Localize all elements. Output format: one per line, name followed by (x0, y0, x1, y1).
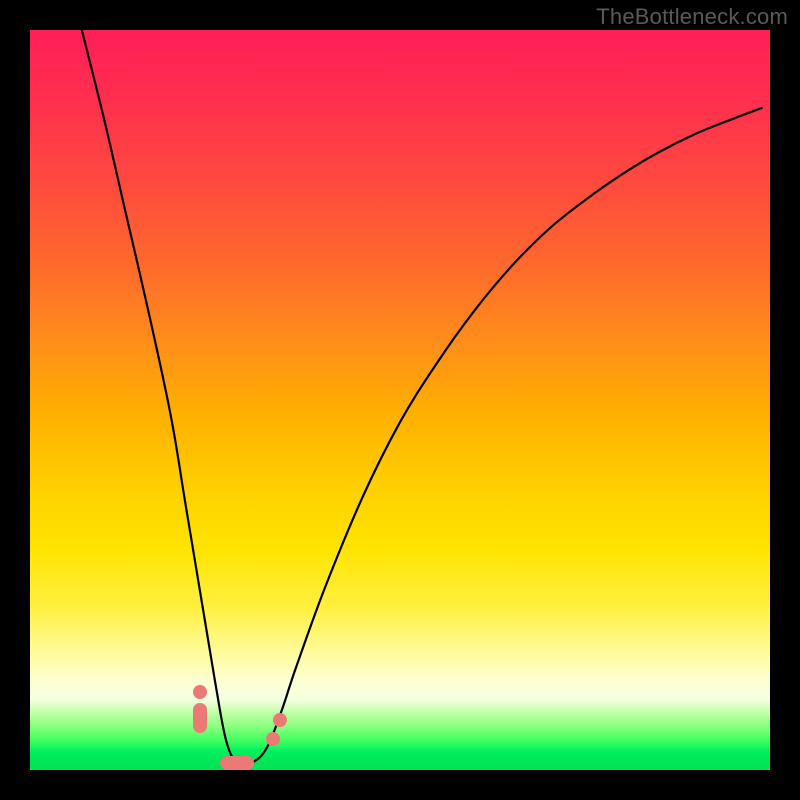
data-marker (220, 756, 254, 770)
chart-canvas: TheBottleneck.com (0, 0, 800, 800)
watermark-text: TheBottleneck.com (596, 4, 788, 30)
data-marker (273, 713, 287, 727)
curve-svg (30, 30, 770, 770)
plot-area (30, 30, 770, 770)
data-marker (193, 703, 207, 733)
bottleneck-curve (82, 30, 763, 765)
data-marker (266, 732, 280, 746)
